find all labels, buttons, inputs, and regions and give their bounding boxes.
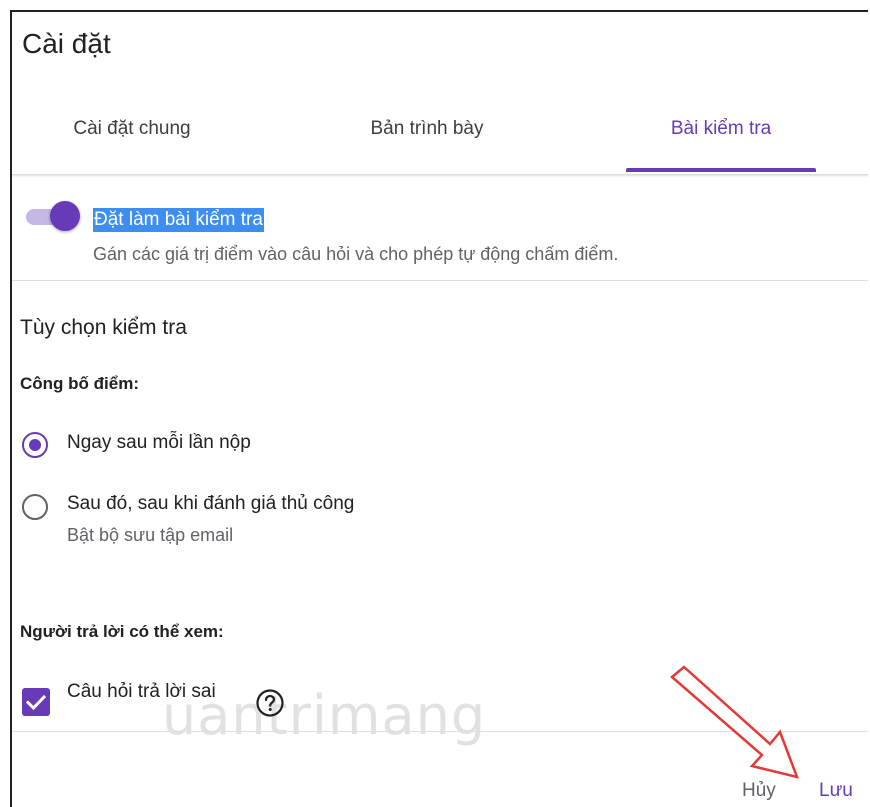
section-divider — [12, 280, 868, 281]
missed-questions-label: Câu hỏi trả lời sai — [67, 681, 216, 702]
tab-general[interactable]: Cài đặt chung — [12, 102, 252, 174]
tab-presentation[interactable]: Bản trình bày — [312, 102, 542, 174]
quiz-options-title: Tùy chọn kiểm tra — [20, 316, 187, 339]
settings-dialog: Cài đặt Cài đặt chung Bản trình bày Bài … — [10, 10, 868, 807]
radio-later-sublabel: Bật bộ sưu tập email — [67, 525, 234, 545]
respondent-can-see-label: Người trả lời có thể xem: — [20, 622, 224, 641]
tab-bar: Cài đặt chung Bản trình bày Bài kiểm tra — [12, 102, 868, 175]
cancel-button[interactable]: Hủy — [742, 780, 776, 802]
red-arrow-annotation — [670, 665, 800, 779]
radio-later-label[interactable]: Sau đó, sau khi đánh giá thủ công — [67, 493, 354, 515]
tab-quizzes[interactable]: Bài kiểm tra — [626, 102, 816, 174]
help-circle-icon[interactable] — [255, 688, 285, 718]
release-grade-label: Công bố điểm: — [20, 374, 139, 393]
radio-immediately[interactable] — [22, 432, 48, 458]
check-icon — [25, 694, 47, 711]
radio-later-manual-review[interactable] — [22, 494, 48, 520]
make-quiz-description: Gán các giá trị điểm vào câu hỏi và cho … — [93, 244, 619, 264]
make-quiz-toggle[interactable] — [24, 200, 82, 232]
save-button[interactable]: Lưu — [819, 780, 853, 802]
missed-questions-checkbox[interactable] — [22, 688, 50, 716]
make-quiz-label: Đặt làm bài kiểm tra — [93, 208, 264, 232]
footer-divider — [12, 731, 868, 732]
dialog-title: Cài đặt — [22, 28, 111, 59]
radio-immediately-label[interactable]: Ngay sau mỗi lần nộp — [67, 432, 251, 454]
toggle-thumb — [50, 201, 80, 231]
active-tab-indicator — [626, 168, 816, 172]
